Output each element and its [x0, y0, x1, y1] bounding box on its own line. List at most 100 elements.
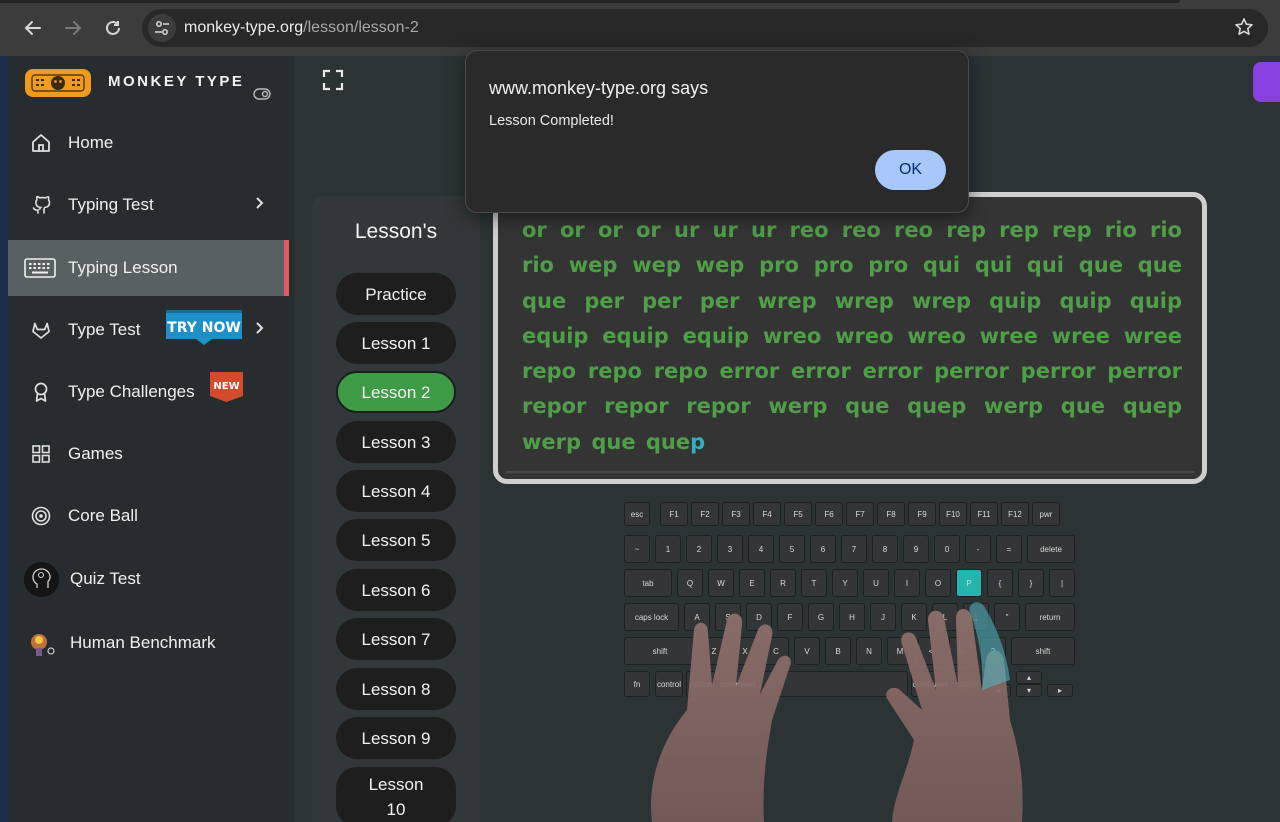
typed-text-completed: or or or or ur ur ur reo reo reo rep rep…	[522, 218, 1182, 454]
key-backslash: |	[1049, 569, 1075, 597]
key-7: 7	[841, 535, 867, 563]
lesson-button-9[interactable]: Lesson 9	[336, 717, 456, 759]
lesson-button-4[interactable]: Lesson 4	[336, 470, 456, 512]
current-character: p	[690, 429, 706, 454]
key-f8: F8	[877, 502, 905, 526]
lesson-button-6[interactable]: Lesson 6	[336, 569, 456, 611]
grid-icon	[28, 441, 54, 467]
brand-title: MONKEY TYPE	[108, 73, 245, 90]
sidebar-item-label: Human Benchmark	[70, 633, 216, 652]
tab-strip-edge	[0, 0, 1280, 3]
lesson-button-3[interactable]: Lesson 3	[336, 421, 456, 463]
svg-text:TRY NOW: TRY NOW	[167, 320, 241, 336]
ok-button[interactable]: OK	[875, 150, 946, 190]
key-9: 9	[903, 535, 929, 563]
sidebar-item-core-ball[interactable]: Core Ball	[8, 488, 289, 544]
key-f5: F5	[784, 502, 812, 526]
sidebar-item-type-challenges[interactable]: Type Challenges NEW	[8, 364, 289, 420]
arrow-left-icon	[24, 21, 41, 35]
browser-toolbar: monkey-type.org/lesson/lesson-2	[0, 0, 1280, 56]
target-icon	[28, 503, 54, 529]
desktop-edge	[0, 56, 8, 822]
site-settings-button[interactable]	[148, 14, 176, 42]
address-bar[interactable]: monkey-type.org/lesson/lesson-2	[142, 9, 1268, 47]
theme-toggle[interactable]	[253, 87, 271, 105]
key-equals: =	[996, 535, 1022, 563]
key-f4: F4	[753, 502, 781, 526]
sidebar-item-games[interactable]: Games	[8, 426, 289, 482]
key-f11: F11	[970, 502, 998, 526]
reload-icon	[106, 20, 120, 35]
key-f2: F2	[691, 502, 719, 526]
lessons-panel: Lesson's Practice Lesson 1 Lesson 2 Less…	[312, 196, 480, 822]
key-f7: F7	[846, 502, 874, 526]
reload-button[interactable]	[99, 14, 127, 42]
sidebar-item-label: Quiz Test	[70, 569, 141, 588]
sidebar-item-human-benchmark[interactable]: Human Benchmark	[8, 615, 289, 671]
bookmark-star-button[interactable]	[1234, 17, 1254, 42]
sidebar-item-quiz-test[interactable]: Quiz Test	[8, 551, 289, 607]
chevron-right-icon	[254, 321, 266, 340]
lesson-button-1[interactable]: Lesson 1	[336, 322, 456, 364]
key-3: 3	[717, 535, 743, 563]
forward-button[interactable]	[59, 14, 87, 42]
key-8: 8	[872, 535, 898, 563]
typing-area[interactable]: or or or or ur ur ur reo reo reo rep rep…	[493, 192, 1207, 484]
sidebar-item-label: Games	[68, 444, 123, 463]
gitlab-icon	[28, 317, 54, 343]
sidebar-item-label: Type Test	[68, 320, 141, 339]
fullscreen-button[interactable]	[322, 69, 344, 96]
github-icon	[28, 192, 54, 218]
key-f1: F1	[660, 502, 688, 526]
benchmark-avatar	[24, 626, 59, 661]
sidebar-item-label: Core Ball	[68, 506, 138, 525]
url-path: /lesson/lesson-2	[303, 19, 419, 36]
toggle-icon	[253, 88, 271, 100]
new-badge: NEW	[210, 372, 243, 402]
keyboard-icon	[24, 255, 56, 281]
key-f12: F12	[1001, 502, 1029, 526]
lesson-button-2[interactable]: Lesson 2	[336, 371, 456, 413]
key-4: 4	[748, 535, 774, 563]
svg-text:NEW: NEW	[213, 381, 239, 392]
sidebar-item-label: Typing Lesson	[68, 258, 178, 277]
url-text: monkey-type.org/lesson/lesson-2	[184, 19, 419, 37]
key-esc: esc	[624, 502, 650, 526]
header-action-button[interactable]	[1253, 62, 1280, 102]
dialog-message: Lesson Completed!	[489, 113, 614, 129]
active-indicator	[284, 240, 289, 296]
sidebar-item-type-test[interactable]: Type Test TRY NOW	[8, 302, 289, 358]
home-icon	[28, 130, 54, 156]
key-6: 6	[810, 535, 836, 563]
monkey-logo[interactable]	[25, 69, 91, 97]
key-f3: F3	[722, 502, 750, 526]
award-icon	[28, 379, 54, 405]
arrow-right-icon	[65, 21, 82, 35]
lesson-button-8[interactable]: Lesson 8	[336, 668, 456, 710]
lesson-button-practice[interactable]: Practice	[336, 273, 456, 315]
tune-icon	[155, 21, 169, 35]
back-button[interactable]	[19, 14, 47, 42]
sidebar-item-typing-test[interactable]: Typing Test	[8, 177, 289, 233]
lesson-button-7[interactable]: Lesson 7	[336, 618, 456, 660]
key-f6: F6	[815, 502, 843, 526]
key-1: 1	[655, 535, 681, 563]
key-delete: delete	[1027, 535, 1075, 563]
key-f9: F9	[908, 502, 936, 526]
alert-dialog: www.monkey-type.org says Lesson Complete…	[465, 50, 969, 213]
lesson-button-10[interactable]: Lesson 10	[336, 767, 456, 822]
try-now-badge: TRY NOW	[166, 310, 244, 346]
hands-illustration	[651, 602, 1023, 822]
sidebar-item-home[interactable]: Home	[8, 115, 289, 171]
key-f10: F10	[939, 502, 967, 526]
chevron-right-icon	[254, 196, 266, 215]
typed-text: or or or or ur ur ur reo reo reo rep rep…	[522, 213, 1182, 460]
sidebar-item-label: Typing Test	[68, 195, 154, 214]
key-pwr: pwr	[1032, 502, 1060, 526]
key-tilde: ~	[624, 535, 650, 563]
sidebar-item-typing-lesson[interactable]: Typing Lesson	[8, 240, 289, 296]
lesson-button-5[interactable]: Lesson 5	[336, 519, 456, 561]
typing-area-divider	[506, 471, 1194, 473]
sidebar: MONKEY TYPE Home Typing Test Typing Less…	[8, 56, 294, 822]
expand-icon	[322, 69, 344, 91]
